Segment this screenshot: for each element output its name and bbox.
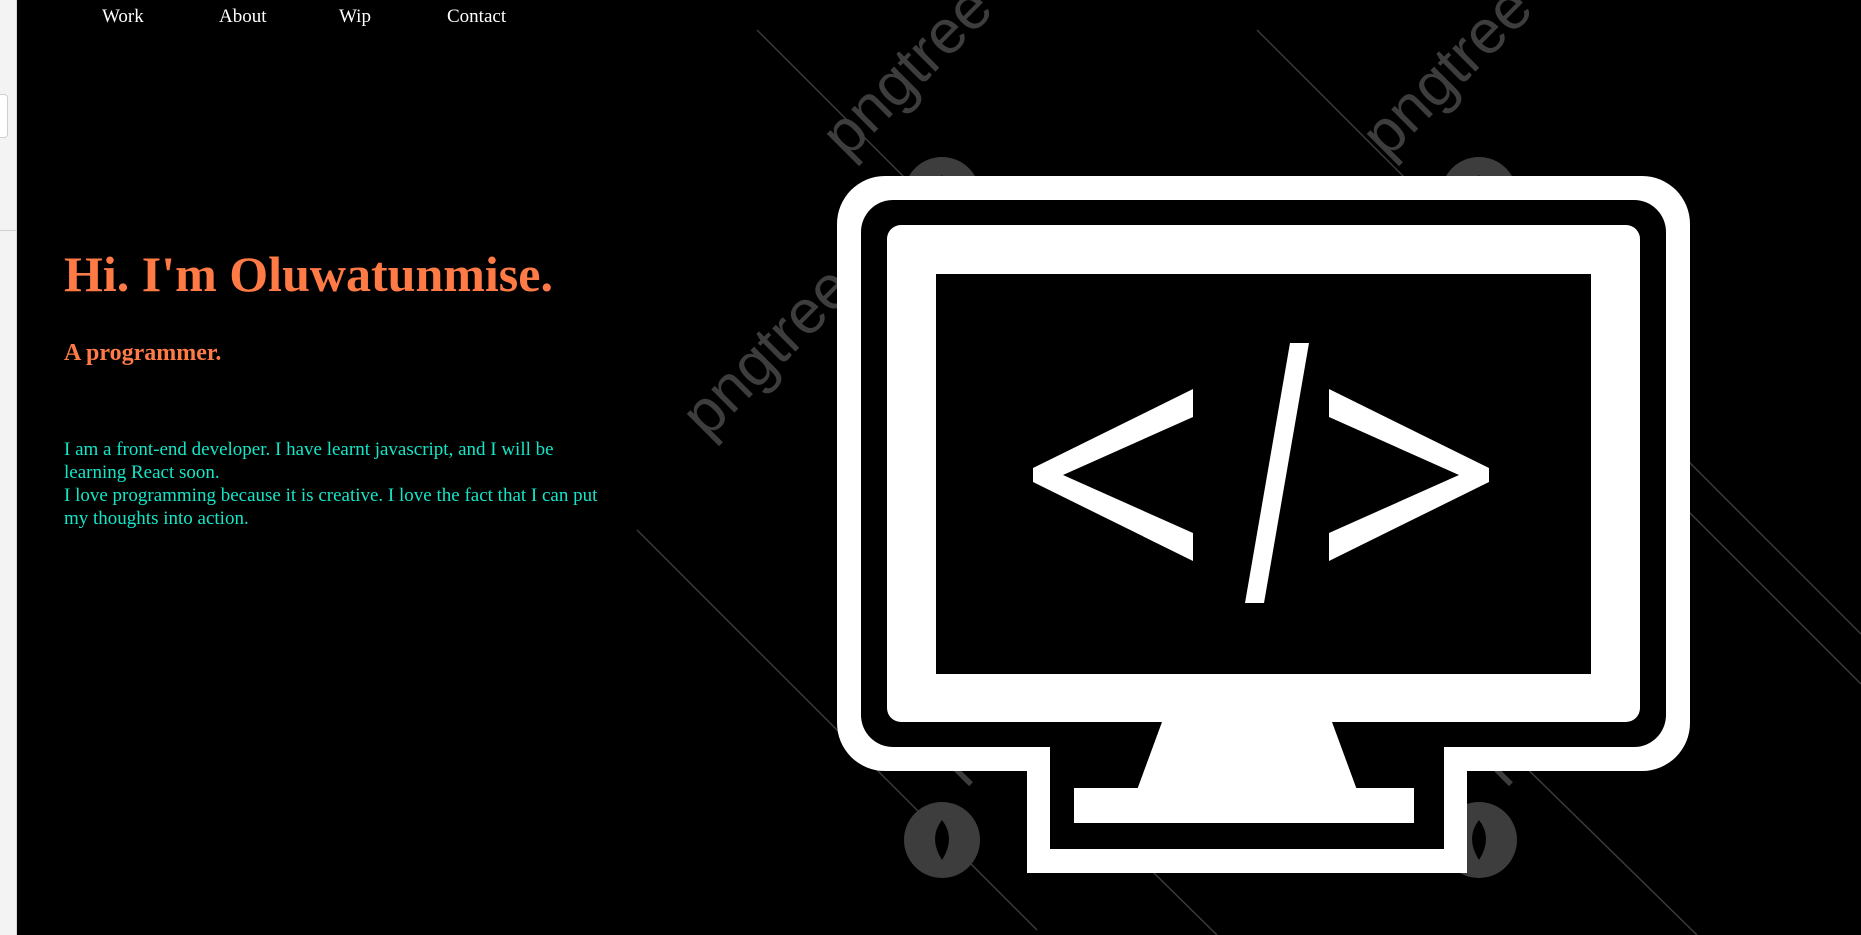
watermark-text: pngtree (668, 252, 865, 449)
nav-link-about[interactable]: About (219, 6, 267, 28)
bio-line-developer: I am a front-end developer. I have learn… (64, 439, 554, 483)
nav-link-contact[interactable]: Contact (447, 6, 506, 28)
left-browser-gutter (0, 0, 17, 935)
bio-paragraph: I am a front-end developer. I have learn… (64, 438, 604, 530)
gutter-divider (0, 230, 16, 231)
monitor-code-illustration: pngtree pngtree pngtree pngtree pngtree … (636, 0, 1861, 935)
page: Work About Wip Contact Hi. I'm Oluwatunm… (17, 0, 1861, 935)
monitor-stand-base (1074, 788, 1414, 823)
watermark-text: pngtree (1348, 0, 1545, 170)
watermark-text: pngtree (808, 0, 1005, 170)
nav-link-wip[interactable]: Wip (339, 6, 371, 28)
hero-subtitle: A programmer. (64, 340, 222, 366)
nav-link-work[interactable]: Work (102, 6, 144, 28)
monitor-stand-neck (1137, 722, 1357, 790)
hero-title: Hi. I'm Oluwatunmise. (64, 246, 553, 302)
bio-line-programming: I love programming because it is creativ… (64, 485, 598, 529)
gutter-handle[interactable] (0, 94, 8, 138)
